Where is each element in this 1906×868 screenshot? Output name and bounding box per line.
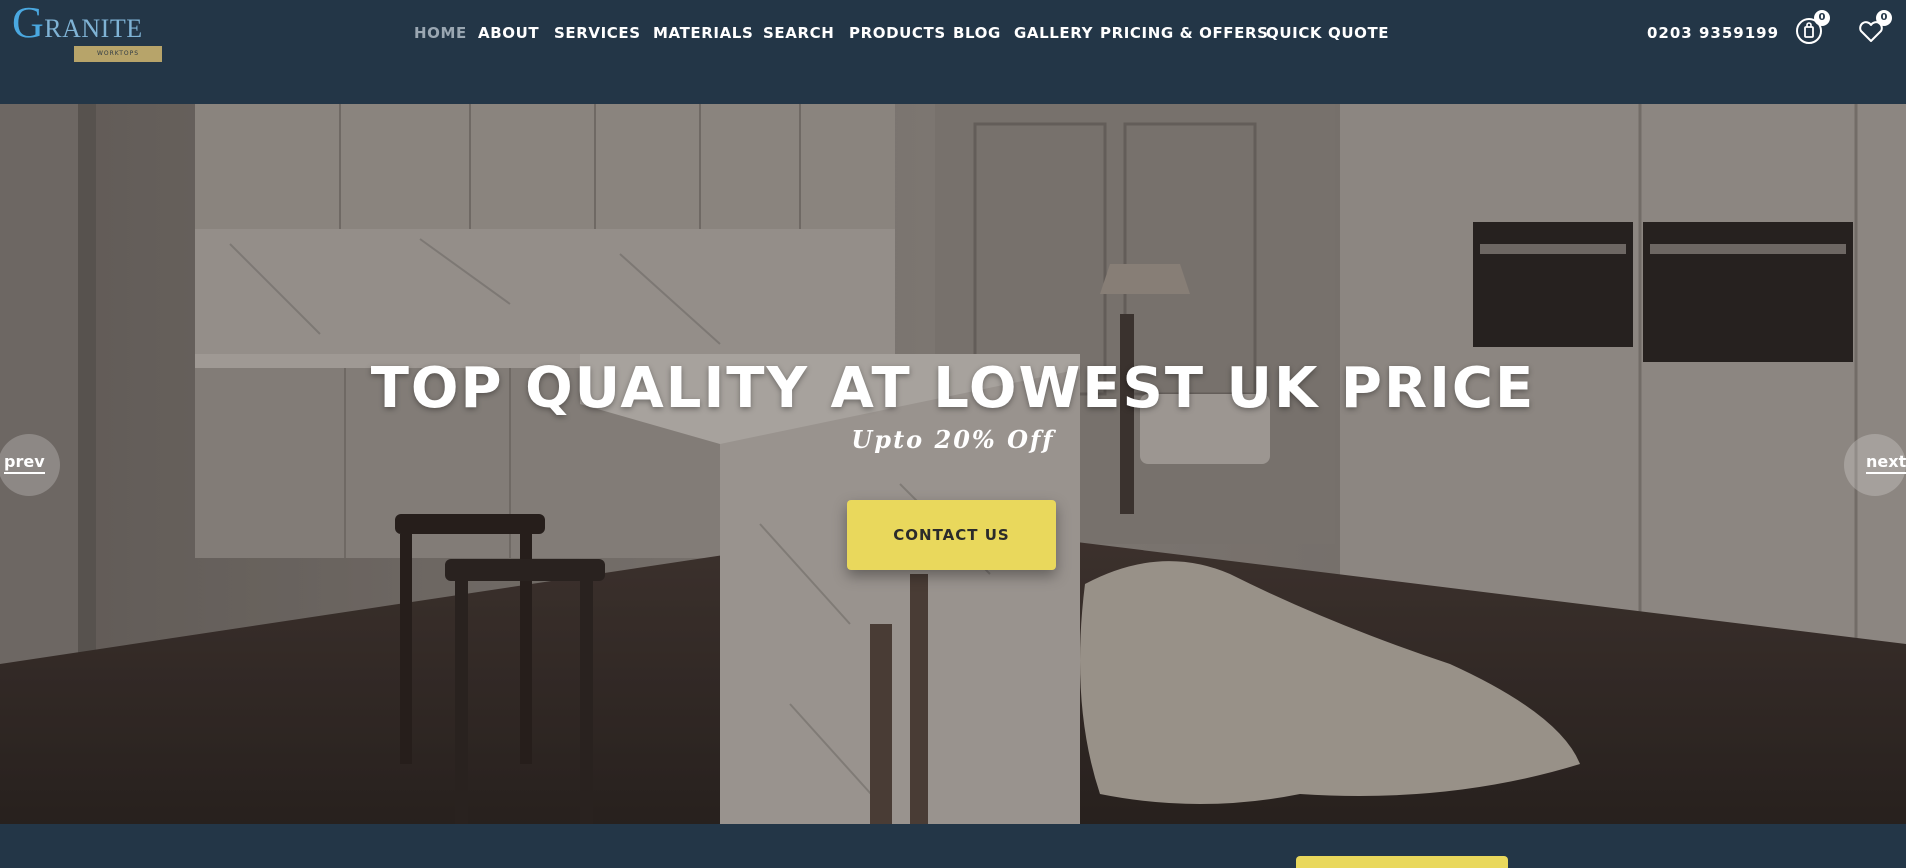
- nav-search[interactable]: SEARCH: [763, 20, 834, 46]
- logo-tagline: WORKTOPS: [96, 50, 140, 57]
- hero-title: TOP QUALITY AT LOWEST UK PRICE: [370, 356, 1536, 421]
- main-nav: HOME ABOUT SERVICES MATERIALS SEARCH PRO…: [0, 20, 1906, 46]
- nav-about[interactable]: ABOUT: [478, 20, 539, 46]
- nav-pricing-offers[interactable]: PRICING & OFFERS: [1100, 20, 1269, 46]
- hero-overlay: [0, 104, 1906, 824]
- nav-services[interactable]: SERVICES: [554, 20, 641, 46]
- phone-number[interactable]: 0203 9359199: [1647, 20, 1779, 46]
- nav-quick-quote[interactable]: QUICK QUOTE: [1266, 20, 1389, 46]
- nav-products[interactable]: PRODUCTS: [849, 20, 946, 46]
- wishlist-count-badge: 0: [1876, 10, 1892, 26]
- nav-materials[interactable]: MATERIALS: [653, 20, 753, 46]
- hero-slider: TOP QUALITY AT LOWEST UK PRICE Upto 20% …: [0, 104, 1906, 824]
- slider-prev-label: prev: [4, 452, 45, 474]
- nav-home[interactable]: HOME: [414, 20, 467, 46]
- strip-accent-button[interactable]: [1296, 856, 1508, 868]
- slider-next-button[interactable]: next: [1844, 434, 1906, 496]
- section-strip: [0, 824, 1906, 868]
- site-header: GRANITE WORKTOPS HOME ABOUT SERVICES MAT…: [0, 0, 1906, 104]
- nav-gallery[interactable]: GALLERY: [1014, 20, 1093, 46]
- cart-button[interactable]: 0: [1792, 10, 1830, 48]
- slider-prev-button[interactable]: prev: [0, 434, 60, 496]
- hero-subtitle: Upto 20% Off: [851, 425, 1055, 454]
- contact-us-button[interactable]: CONTACT US: [847, 500, 1056, 570]
- nav-blog[interactable]: BLOG: [953, 20, 1001, 46]
- wishlist-button[interactable]: 0: [1854, 10, 1892, 48]
- cart-count-badge: 0: [1814, 10, 1830, 26]
- slider-next-label: next: [1866, 452, 1906, 474]
